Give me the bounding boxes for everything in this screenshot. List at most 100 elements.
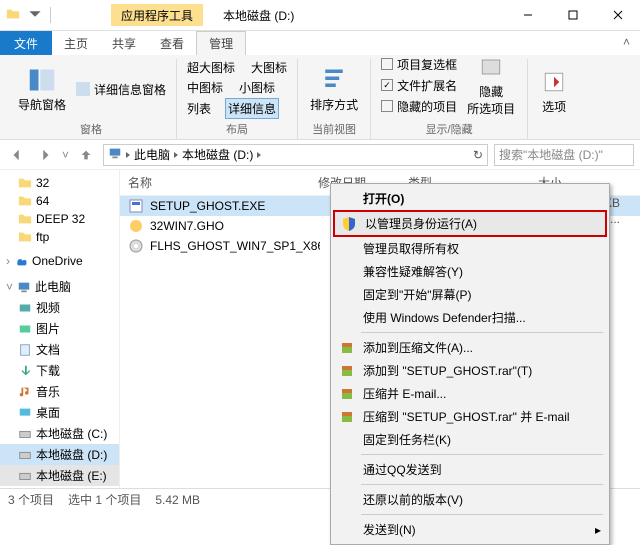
tab-view[interactable]: 查看 [148,31,196,55]
tree-downloads[interactable]: 下载 [0,360,119,381]
refresh-icon[interactable]: ↻ [473,148,483,162]
view-large-icons[interactable]: 大图标 [249,58,289,77]
checkbox-ext[interactable]: ✓文件扩展名 [379,76,459,95]
context-tab: 应用程序工具 [111,4,203,26]
tree-folder-32[interactable]: 32 [0,174,119,192]
group-label-layout: 布局 [226,119,248,139]
crumb-pc[interactable]: 此电脑 [134,146,170,163]
menu-separator [361,332,603,333]
sort-label: 排序方式 [310,96,358,113]
forward-button[interactable] [34,144,56,166]
menu-run-as-admin[interactable]: 以管理员身份运行(A) [333,210,607,237]
menu-add-rar[interactable]: 添加到 "SETUP_GHOST.rar"(T) [333,359,607,382]
tree-onedrive[interactable]: ›OneDrive [0,252,119,270]
up-button[interactable] [75,144,97,166]
status-count: 3 个项目 [8,491,54,508]
menu-separator [361,514,603,515]
archive-icon [339,386,355,402]
menu-compat[interactable]: 兼容性疑难解答(Y) [333,260,607,283]
group-label-showhide: 显示/隐藏 [426,119,473,139]
group-label-panes: 窗格 [80,119,102,139]
close-button[interactable] [595,0,640,31]
view-list[interactable]: 列表 [185,98,213,119]
tab-file[interactable]: 文件 [0,31,52,55]
menu-open[interactable]: 打开(O) [333,187,607,210]
tree-desktop[interactable]: 桌面 [0,402,119,423]
menu-send-to[interactable]: 发送到(N)▸ [333,518,607,541]
options-label: 选项 [542,98,566,115]
chevron-right-icon: ▸ [595,523,601,537]
col-name[interactable]: 名称 [120,170,310,195]
file-name: 32WIN7.GHO [150,219,224,233]
context-menu: 打开(O) 以管理员身份运行(A) 管理员取得所有权 兼容性疑难解答(Y) 固定… [330,183,610,545]
back-button[interactable] [6,144,28,166]
status-selection: 选中 1 个项目 [68,491,141,508]
file-name: SETUP_GHOST.EXE [150,199,265,213]
iso-icon [128,238,144,254]
menu-pin-start[interactable]: 固定到"开始"屏幕(P) [333,283,607,306]
hide-label: 隐藏 所选项目 [467,83,515,117]
group-label-view: 当前视图 [312,119,356,139]
window-title: 本地磁盘 (D:) [223,7,294,24]
checkbox-items[interactable]: 项目复选框 [379,55,459,74]
hide-items-button[interactable]: 隐藏 所选项目 [463,51,519,119]
menu-zip-email2[interactable]: 压缩到 "SETUP_GHOST.rar" 并 E-mail [333,405,607,428]
menu-qq-send[interactable]: 通过QQ发送到 [333,458,607,481]
tree-disk-c[interactable]: 本地磁盘 (C:) [0,423,119,444]
details-pane-button[interactable]: 详细信息窗格 [74,80,168,99]
history-dropdown[interactable]: ˅ [62,148,69,162]
menu-separator [361,484,603,485]
menu-previous-versions[interactable]: 还原以前的版本(V) [333,488,607,511]
tab-share[interactable]: 共享 [100,31,148,55]
gho-icon [128,218,144,234]
dropdown-icon[interactable] [28,7,42,24]
menu-add-archive[interactable]: 添加到压缩文件(A)... [333,336,607,359]
menu-defender[interactable]: 使用 Windows Defender扫描... [333,306,607,329]
tree-music[interactable]: 音乐 [0,381,119,402]
tree-documents[interactable]: 文档 [0,339,119,360]
divider [50,7,51,23]
tree-folder-64[interactable]: 64 [0,192,119,210]
tree-videos[interactable]: 视频 [0,297,119,318]
shield-icon [341,216,357,232]
tree-folder-ftp[interactable]: ftp [0,228,119,246]
tree-disk-e[interactable]: 本地磁盘 (E:) [0,465,119,486]
view-details[interactable]: 详细信息 [225,98,279,119]
archive-icon [339,409,355,425]
minimize-button[interactable] [505,0,550,31]
ribbon: 导航窗格 详细信息窗格 窗格 超大图标 大图标 中图标 小图标 列表 详细信息 … [0,55,640,140]
tree-pictures[interactable]: 图片 [0,318,119,339]
view-xl-icons[interactable]: 超大图标 [185,58,237,77]
tab-manage[interactable]: 管理 [196,31,246,55]
tree-this-pc[interactable]: ˅此电脑 [0,276,119,297]
nav-tree: 32 64 DEEP 32 ftp ›OneDrive ˅此电脑 视频 图片 文… [0,170,120,488]
tree-disk-d[interactable]: 本地磁盘 (D:) [0,444,119,465]
search-input[interactable]: 搜索"本地磁盘 (D:)" [494,144,634,166]
pc-icon [108,146,122,163]
archive-icon [339,340,355,356]
ribbon-collapse-icon[interactable]: ˄ [613,31,640,55]
address-bar: ˅ 此电脑 本地磁盘 (D:) ↻ 搜索"本地磁盘 (D:)" [0,140,640,170]
exe-icon [128,198,144,214]
menu-zip-email[interactable]: 压缩并 E-mail... [333,382,607,405]
file-name: FLHS_GHOST_WIN7_SP1_X86_V7.3.iso [150,239,320,253]
tab-home[interactable]: 主页 [52,31,100,55]
ribbon-tabs: 文件 主页 共享 查看 管理 ˄ [0,31,640,55]
archive-icon [339,363,355,379]
title-bar: 应用程序工具 本地磁盘 (D:) [0,0,640,31]
sort-button[interactable]: 排序方式 [306,64,362,115]
nav-pane-button[interactable]: 导航窗格 [14,64,70,115]
view-medium-icons[interactable]: 中图标 [185,78,225,97]
checkbox-hidden[interactable]: 隐藏的项目 [379,97,459,116]
breadcrumb[interactable]: 此电脑 本地磁盘 (D:) ↻ [103,144,488,166]
options-button[interactable]: 选项 [536,66,572,117]
menu-pin-taskbar[interactable]: 固定到任务栏(K) [333,428,607,451]
status-size: 5.42 MB [155,493,200,507]
menu-separator [361,454,603,455]
view-small-icons[interactable]: 小图标 [237,78,277,97]
tree-folder-deep32[interactable]: DEEP 32 [0,210,119,228]
folder-icon [6,7,20,24]
menu-take-ownership[interactable]: 管理员取得所有权 [333,237,607,260]
crumb-drive[interactable]: 本地磁盘 (D:) [182,146,253,163]
maximize-button[interactable] [550,0,595,31]
